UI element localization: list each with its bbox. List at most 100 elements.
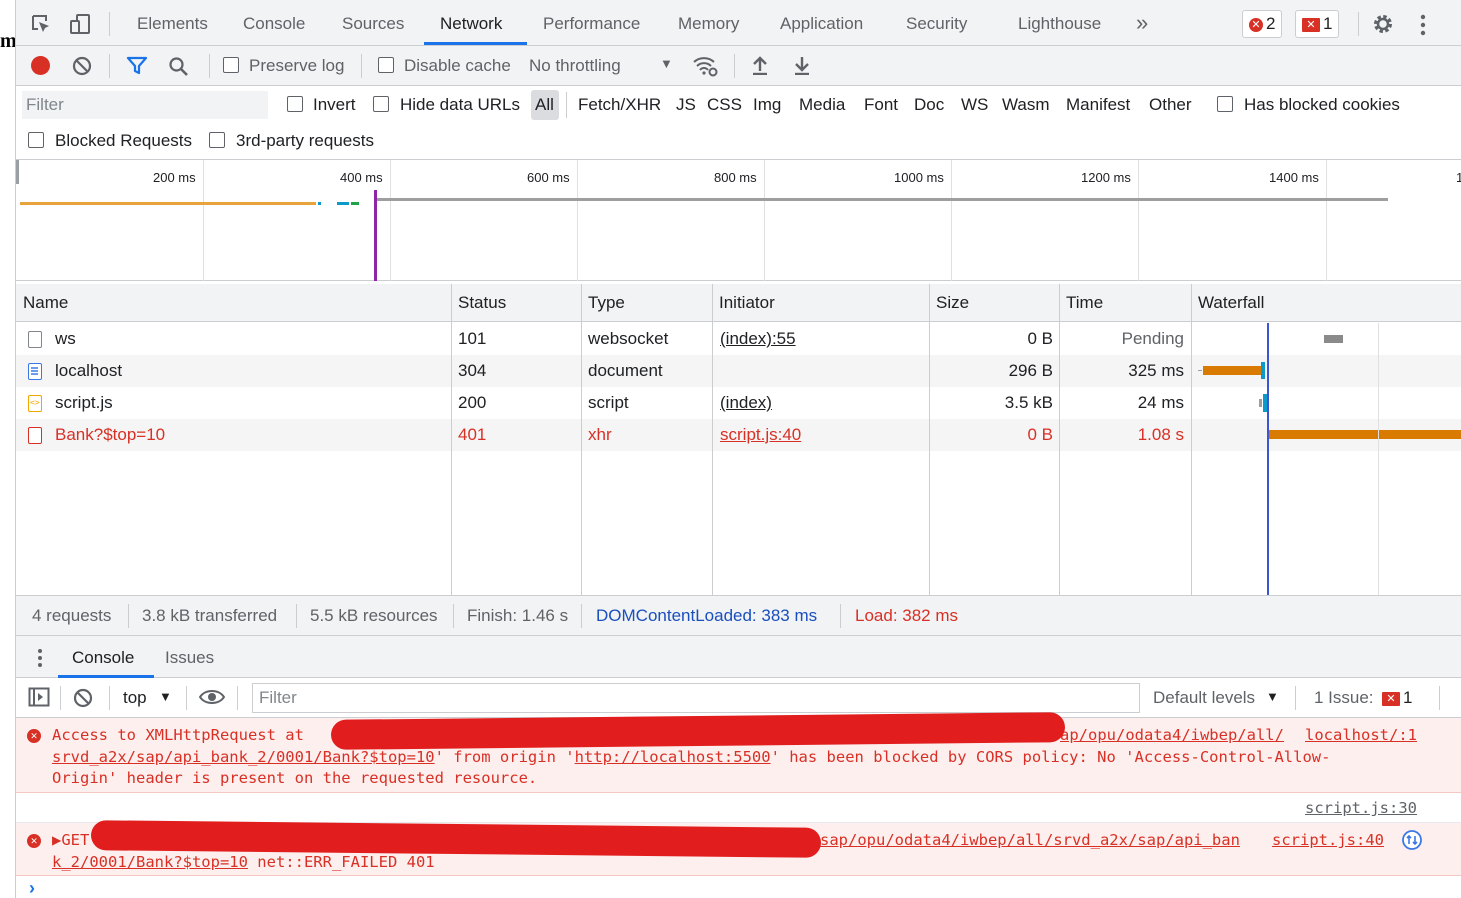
network-conditions-icon[interactable] [692,54,718,83]
has-blocked-cookies-checkbox[interactable] [1217,96,1233,112]
throttling-dropdown-icon[interactable]: ▼ [660,56,673,71]
device-toolbar-icon[interactable] [69,13,91,40]
console-filter-input[interactable] [252,683,1140,713]
cell-initiator-link[interactable]: (index):55 [720,329,796,349]
type-filter-img[interactable]: Img [753,95,781,115]
clear-console-icon[interactable] [73,688,93,713]
tab-network[interactable]: Network [440,14,502,34]
type-filter-ws[interactable]: WS [961,95,988,115]
column-divider[interactable] [1191,284,1192,595]
column-header-waterfall[interactable]: Waterfall [1198,293,1264,313]
type-filter-fetch-xhr[interactable]: Fetch/XHR [578,95,661,115]
disable-cache-checkbox[interactable] [378,57,394,73]
tab-lighthouse[interactable]: Lighthouse [1018,14,1101,34]
overview-left-handle[interactable] [16,160,19,184]
invert-checkbox[interactable] [287,96,303,112]
context-select[interactable]: top [123,688,147,708]
overview-gridline [764,160,765,281]
tab-performance[interactable]: Performance [543,14,640,34]
console-sidebar-toggle-icon[interactable] [28,687,50,712]
table-row[interactable]: localhost 304 document 296 B 325 ms [16,355,1461,387]
expand-message-toggle[interactable]: ▶GET [52,831,89,849]
column-divider[interactable] [1059,284,1060,595]
drawer-tab-issues[interactable]: Issues [165,648,214,668]
type-filter-wasm[interactable]: Wasm [1002,95,1050,115]
column-divider[interactable] [451,284,452,595]
message-source-link[interactable]: script.js:40 [1272,831,1384,849]
drawer-menu-icon[interactable] [37,648,43,673]
drawer-tab-console[interactable]: Console [72,648,134,668]
tab-elements[interactable]: Elements [137,14,208,34]
hide-data-urls-checkbox[interactable] [373,96,389,112]
cell-type: script [588,393,629,412]
error-counter-badge[interactable]: ✕ 2 [1242,10,1283,38]
table-row[interactable]: Bank?$top=10 401 xhr script.js:40 0 B 1.… [16,419,1461,451]
message-url-link[interactable]: localhost/:1 [1305,726,1417,744]
throttling-select[interactable]: No throttling [529,56,621,76]
search-icon[interactable] [168,56,190,83]
message-source-link[interactable]: script.js:30 [1305,799,1417,817]
inspect-element-icon[interactable] [30,13,52,40]
filter-input[interactable] [22,91,268,119]
column-header-time[interactable]: Time [1066,293,1103,313]
type-filter-other[interactable]: Other [1149,95,1192,115]
overview-gridline [951,160,952,281]
column-header-name[interactable]: Name [23,293,68,313]
tab-security[interactable]: Security [906,14,967,34]
type-filter-media[interactable]: Media [799,95,845,115]
tab-memory[interactable]: Memory [678,14,739,34]
blocked-requests-checkbox[interactable] [28,132,44,148]
console-prompt-icon[interactable]: › [29,878,35,898]
tab-application[interactable]: Application [780,14,863,34]
cell-initiator-link[interactable]: (index) [720,393,772,413]
issues-count-label[interactable]: 1 Issue: [1314,688,1374,708]
context-dropdown-icon[interactable]: ▼ [159,689,172,704]
clear-icon[interactable] [72,56,92,81]
message-url-link[interactable]: ap/opu/odata4/iwbep/all/ [1060,726,1284,744]
cell-status: 304 [458,361,487,380]
message-url-link[interactable]: sap/opu/odata4/iwbep/all/srvd_a2x/sap/ap… [820,831,1240,849]
column-header-type[interactable]: Type [588,293,625,313]
overview-bar-script-end [351,202,359,205]
type-filter-js[interactable]: JS [676,95,696,115]
column-divider[interactable] [712,284,713,595]
network-request-link-icon[interactable] [1401,829,1423,855]
settings-gear-icon[interactable] [1372,13,1394,40]
column-divider[interactable] [581,284,582,595]
table-row[interactable]: <> script.js 200 script (index) 3.5 kB 2… [16,387,1461,419]
console-source-row: script.js:30 [16,793,1461,823]
preserve-log-checkbox[interactable] [223,57,239,73]
cell-type: websocket [588,329,669,348]
export-har-icon[interactable] [793,55,811,80]
message-url-link[interactable]: k_2/0001/Bank?$top=10 [52,853,248,871]
type-filter-doc[interactable]: Doc [914,95,944,115]
network-overview-timeline[interactable]: 200 ms 400 ms 600 ms 800 ms 1000 ms 1200… [16,160,1461,281]
cell-name: localhost [55,361,123,380]
kebab-menu-icon[interactable] [1420,14,1426,41]
type-filter-all[interactable]: All [535,95,554,115]
import-har-icon[interactable] [751,55,769,80]
log-levels-dropdown-icon[interactable]: ▼ [1266,689,1279,704]
issues-counter-badge[interactable]: ✕ 1 [1295,10,1340,38]
table-row[interactable]: ws 101 websocket (index):55 0 B Pending [16,323,1461,355]
toolbar-overflow-icon[interactable]: ⋮ [1456,60,1461,74]
tab-sources[interactable]: Sources [342,14,404,34]
column-header-size[interactable]: Size [936,293,969,313]
record-button[interactable] [31,56,50,75]
message-origin-link[interactable]: http://localhost:5500 [575,748,771,766]
more-tabs-icon[interactable]: » [1136,10,1148,36]
column-header-status[interactable]: Status [458,293,506,313]
type-filter-manifest[interactable]: Manifest [1066,95,1130,115]
column-divider[interactable] [929,284,930,595]
tab-console[interactable]: Console [243,14,305,34]
type-filter-css[interactable]: CSS [707,95,742,115]
column-header-initiator[interactable]: Initiator [719,293,775,313]
third-party-requests-checkbox[interactable] [209,132,225,148]
type-filter-font[interactable]: Font [864,95,898,115]
message-url-link[interactable]: srvd_a2x/sap/api_bank_2/0001/Bank?$top=1… [52,748,435,766]
log-levels-select[interactable]: Default levels [1153,688,1255,708]
filter-funnel-icon[interactable] [126,56,148,81]
live-expression-eye-icon[interactable] [198,688,226,711]
cell-initiator-link[interactable]: script.js:40 [720,425,801,445]
issues-badge[interactable]: ✕ 1 [1382,688,1412,708]
